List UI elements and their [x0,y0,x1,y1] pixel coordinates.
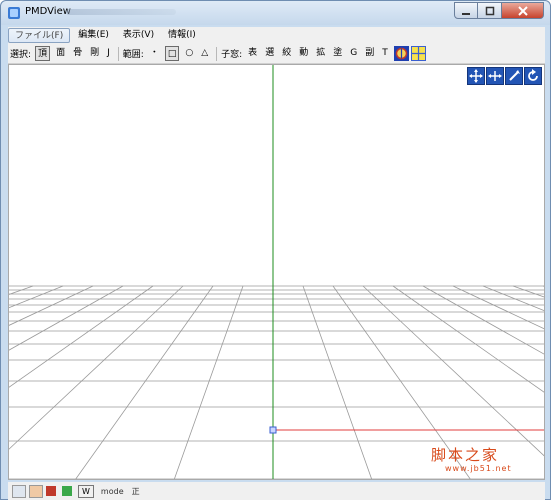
select-mode-button[interactable]: J [105,46,112,61]
mode-label: mode [100,486,124,496]
range-mode-button[interactable]: □ [164,46,180,61]
subwindow-button[interactable]: 副 [363,46,376,61]
subwindow-button[interactable]: 動 [297,46,310,61]
menu-item[interactable]: 情報(I) [162,28,202,43]
menu-bar: ファイル(F) 編集(E) 表示(V) 情報(I) [8,27,545,44]
view-navigation [467,67,542,85]
blurred-title-text [66,9,176,15]
rotate-view-icon[interactable] [524,67,542,85]
grid-depth-line [9,285,64,309]
color-swatch[interactable] [62,486,72,496]
select-mode-button[interactable]: 頂 [35,46,51,61]
grid-depth-line [75,285,214,479]
subwindow-button[interactable]: 表 [246,46,259,61]
range-group: ・ □ ○ △ [146,46,212,61]
menu-item[interactable]: 表示(V) [117,28,160,43]
grid-depth-line [9,285,34,295]
close-icon [517,5,528,16]
title-bar[interactable]: PMDView [1,1,550,25]
select-mode-button[interactable]: 剛 [88,46,101,61]
watermark: 脚本之家 www.jb51.net [431,444,541,473]
grid-depth-line [542,285,544,287]
zoom-view-icon[interactable] [505,67,523,85]
range-mode-button[interactable]: ・ [148,46,161,61]
select-group: 頂面骨剛J [33,46,114,61]
grid-depth-line [302,285,373,479]
maximize-button[interactable] [478,2,502,19]
select-mode-button[interactable]: 面 [54,46,67,61]
window-label: 子窓: [221,50,243,60]
status-toggle-box[interactable]: W [78,484,94,498]
pmdview-window: PMDView ファイル(F) 編集(E) 表示(V) 情報(I) 選択: 頂面骨剛J… [0,0,551,500]
subwindow-button[interactable]: 塗 [331,46,344,61]
move-view-icon[interactable] [467,67,485,85]
pan-view-icon[interactable] [486,67,504,85]
select-mode-button[interactable]: 骨 [71,46,84,61]
status-tool-icon[interactable] [29,484,43,498]
maximize-icon [485,6,494,15]
toolbar-separator [117,46,119,61]
watermark-url: www.jb51.net [445,464,512,473]
grid-view-icon[interactable] [410,46,426,61]
range-mode-button[interactable]: ○ [183,46,195,61]
scene-grid [9,65,544,479]
window-group: 表選絞動拡塗G副T [244,46,392,61]
window-controls [454,2,544,20]
status-bar: W mode 正 [8,482,545,500]
close-button[interactable] [502,2,544,19]
color-swatch[interactable] [46,486,56,496]
app-icon [8,7,20,19]
minimize-icon [462,12,470,15]
subwindow-button[interactable]: 拡 [314,46,327,61]
subwindow-button[interactable]: 絞 [280,46,293,61]
grid-depth-line [9,285,94,326]
window-title: PMDView [25,6,71,17]
watermark-title: 脚本之家 [431,446,500,464]
subwindow-button[interactable]: 選 [263,46,276,61]
status-tool-icon[interactable] [12,484,26,498]
toolbar: 選択: 頂面骨剛J 範囲: ・ □ ○ △ 子窓: 表選絞動拡塗G副T [8,44,545,64]
toolbar-separator [216,46,218,61]
status-last-text: 正 [131,486,140,496]
menu-item[interactable]: ファイル(F) [8,28,71,43]
3d-viewport[interactable] [8,64,545,480]
range-mode-button[interactable]: △ [199,46,210,61]
globe-icon[interactable] [393,46,409,61]
minimize-button[interactable] [454,2,478,19]
subwindow-button[interactable]: G [348,46,359,61]
grid-depth-line [9,285,124,351]
range-label: 範囲: [122,50,144,60]
origin-marker[interactable] [269,426,277,434]
menu-item[interactable]: 編集(E) [72,28,115,43]
subwindow-button[interactable]: T [380,46,390,61]
grid-depth-line [173,285,244,479]
select-label: 選択: [10,50,32,60]
